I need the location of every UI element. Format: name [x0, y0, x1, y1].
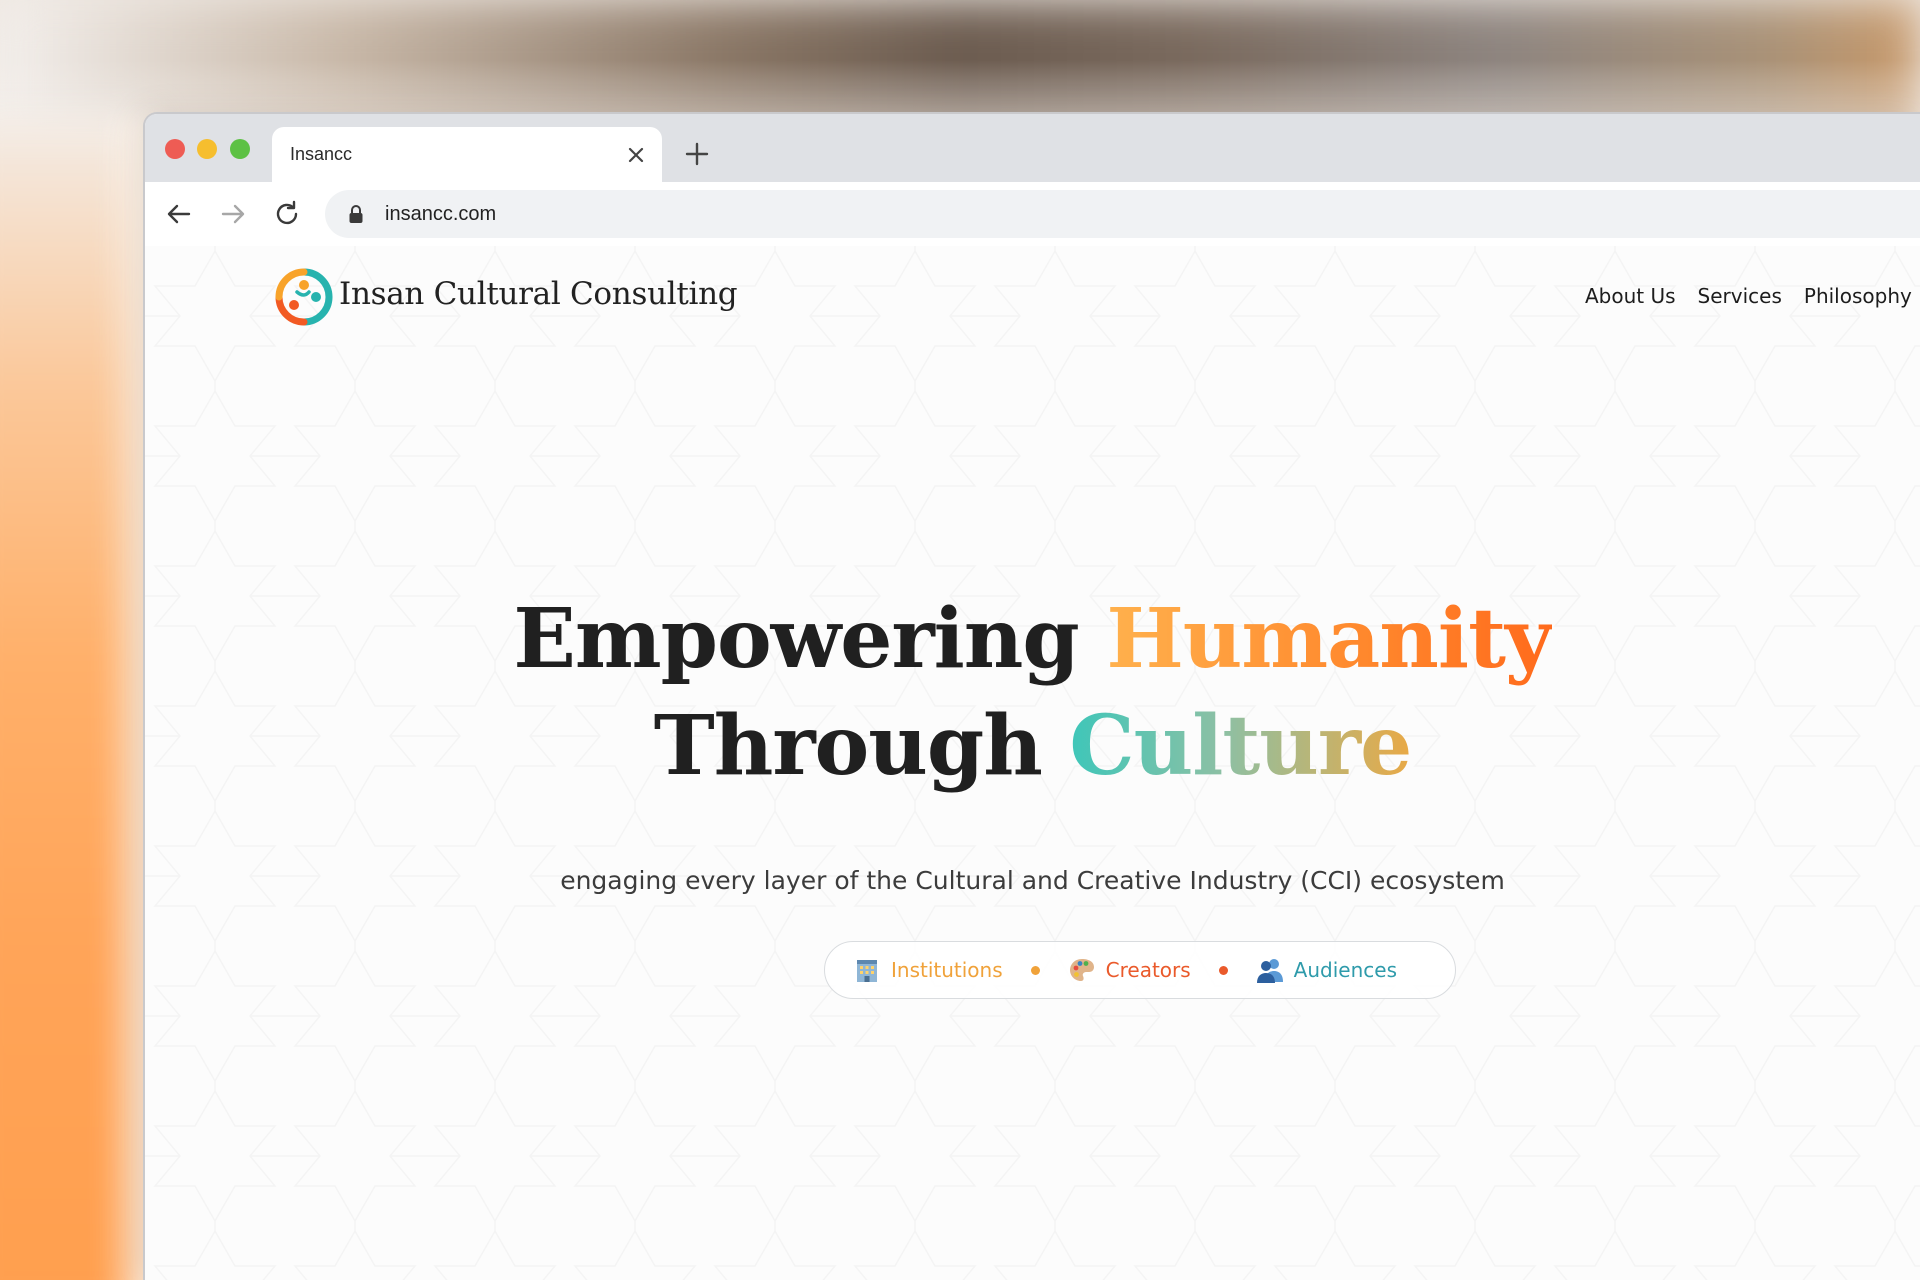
audience-segments-pill: Institutions Creators Audiences — [824, 941, 1456, 999]
site-header: Insan Cultural Consulting About Us Servi… — [145, 246, 1920, 346]
close-icon[interactable] — [624, 143, 648, 167]
segment-institutions-label: Institutions — [891, 958, 1003, 982]
browser-window: Insancc insancc.com Insan Cultural Consu… — [143, 112, 1920, 1280]
site-nav: About Us Services Philosophy — [1585, 284, 1912, 308]
plus-icon[interactable] — [683, 140, 711, 168]
lock-icon — [349, 205, 363, 223]
browser-toolbar: insancc.com — [145, 182, 1920, 246]
hero-heading-prefix-1: Empowering — [513, 591, 1107, 687]
reload-icon[interactable] — [271, 198, 303, 230]
hero-heading-accent-culture: Culture — [1069, 698, 1412, 794]
hero-heading-line-2: Through Culture — [145, 698, 1920, 794]
separator-dot-1 — [1030, 965, 1040, 975]
nav-link-services[interactable]: Services — [1698, 284, 1782, 308]
nav-link-about-us[interactable]: About Us — [1585, 284, 1676, 308]
segment-creators-label: Creators — [1105, 958, 1191, 982]
building-icon — [857, 960, 877, 982]
logo-text[interactable]: Insan Cultural Consulting — [339, 276, 738, 312]
hero-heading-prefix-2: Through — [653, 698, 1070, 794]
address-bar[interactable]: insancc.com — [325, 190, 1920, 238]
hero-heading-line-1: Empowering Humanity — [145, 591, 1920, 687]
segment-audiences[interactable]: Audiences — [1256, 956, 1397, 984]
nav-link-philosophy[interactable]: Philosophy — [1804, 284, 1912, 308]
logo-icon[interactable] — [275, 268, 333, 326]
tab-title: Insancc — [290, 144, 353, 164]
window-minimize-button[interactable] — [197, 139, 217, 159]
web-page: Insan Cultural Consulting About Us Servi… — [145, 246, 1920, 1280]
browser-titlebar: Insancc — [145, 114, 1920, 182]
hero-subtitle: engaging every layer of the Cultural and… — [560, 866, 1505, 895]
window-close-button[interactable] — [165, 139, 185, 159]
hero-heading-accent-humanity: Humanity — [1106, 591, 1552, 687]
forward-arrow-icon[interactable] — [217, 198, 249, 230]
people-icon — [1256, 959, 1283, 983]
url-text: insancc.com — [385, 203, 497, 225]
segment-audiences-label: Audiences — [1293, 958, 1397, 982]
palette-icon — [1069, 959, 1094, 981]
browser-tab[interactable]: Insancc — [272, 127, 662, 182]
separator-dot-2 — [1218, 965, 1228, 975]
segment-institutions[interactable]: Institutions — [853, 956, 1003, 984]
back-arrow-icon[interactable] — [163, 198, 195, 230]
window-maximize-button[interactable] — [230, 139, 250, 159]
segment-creators[interactable]: Creators — [1068, 956, 1191, 984]
